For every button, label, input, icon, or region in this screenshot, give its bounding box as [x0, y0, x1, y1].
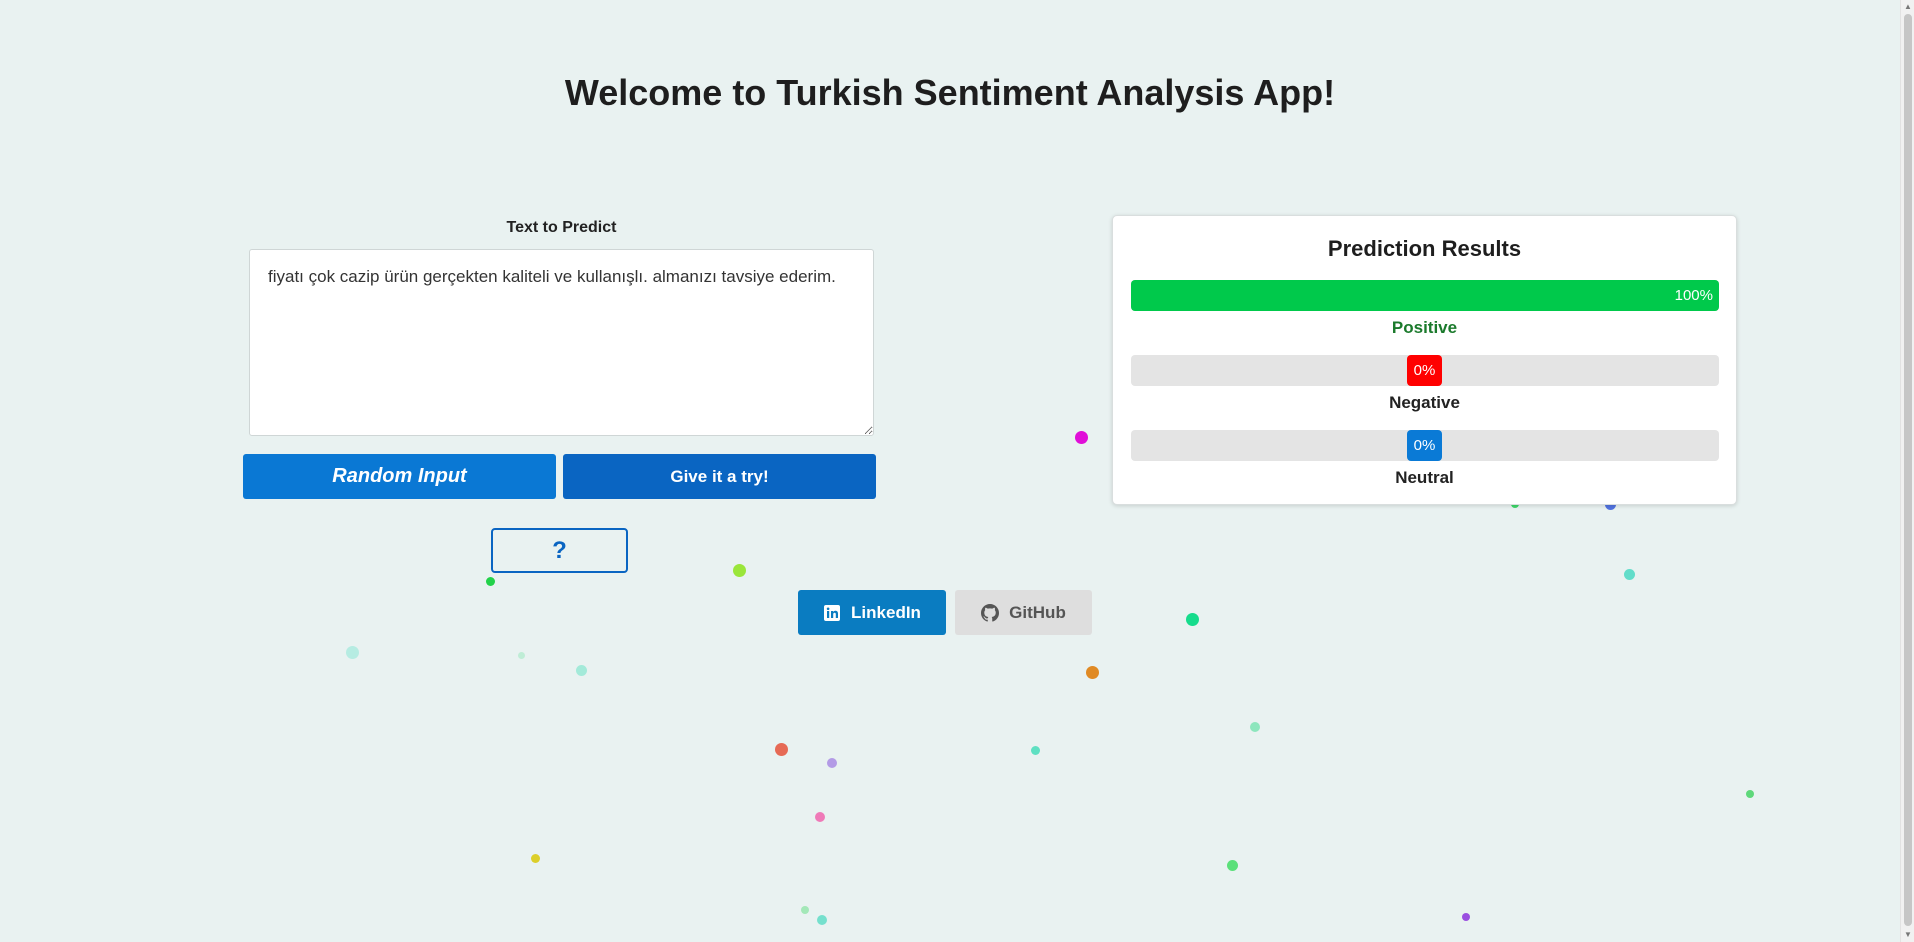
particle	[486, 577, 495, 586]
particle	[1031, 746, 1040, 755]
scroll-down-icon[interactable]: ▼	[1901, 928, 1914, 942]
neutral-progress-bar: 0%	[1131, 430, 1719, 461]
particle	[1227, 860, 1238, 871]
github-icon	[981, 603, 1000, 622]
page-scrollbar[interactable]: ▲ ▼	[1900, 0, 1914, 942]
positive-label: Positive	[1391, 318, 1458, 337]
particle	[733, 564, 746, 577]
linkedin-icon	[823, 604, 841, 622]
positive-progress-bar: 100%	[1131, 280, 1719, 311]
scroll-up-icon[interactable]: ▲	[1901, 0, 1914, 14]
linkedin-button[interactable]: LinkedIn	[798, 590, 946, 635]
neutral-label: Neutral	[1395, 468, 1454, 487]
particle	[1462, 913, 1470, 921]
page-title: Welcome to Turkish Sentiment Analysis Ap…	[564, 72, 1336, 113]
particle	[801, 906, 809, 914]
positive-progress-fill: 100%	[1131, 280, 1719, 311]
random-input-button[interactable]: Random Input	[243, 454, 556, 499]
negative-percent: 0%	[1407, 355, 1442, 386]
particle	[1186, 613, 1199, 626]
particle	[346, 646, 359, 659]
text-to-predict-input[interactable]: fiyatı çok cazip ürün gerçekten kaliteli…	[249, 249, 874, 436]
particle	[1086, 666, 1099, 679]
negative-progress-bar: 0%	[1131, 355, 1719, 386]
give-it-a-try-button[interactable]: Give it a try!	[563, 454, 876, 499]
particle	[531, 854, 540, 863]
particle	[576, 665, 587, 676]
particle	[1250, 722, 1260, 732]
particle	[815, 812, 825, 822]
prediction-results-title: Prediction Results	[1327, 236, 1522, 261]
prediction-results-panel: Prediction Results 100% Positive 0% Nega…	[1112, 215, 1737, 505]
github-label: GitHub	[1009, 602, 1066, 622]
positive-percent: 100%	[1674, 287, 1713, 304]
particle	[775, 743, 788, 756]
particle	[817, 915, 827, 925]
linkedin-label: LinkedIn	[851, 602, 921, 622]
github-button[interactable]: GitHub	[955, 590, 1092, 635]
help-button[interactable]: ?	[491, 528, 628, 573]
neutral-percent: 0%	[1407, 430, 1442, 461]
particle	[1746, 790, 1754, 798]
scrollbar-thumb[interactable]	[1904, 14, 1912, 926]
particle	[827, 758, 837, 768]
particle	[1075, 431, 1088, 444]
text-input-label: Text to Predict	[506, 219, 617, 236]
particle	[518, 652, 525, 659]
negative-label: Negative	[1389, 393, 1460, 412]
particle	[1624, 569, 1635, 580]
